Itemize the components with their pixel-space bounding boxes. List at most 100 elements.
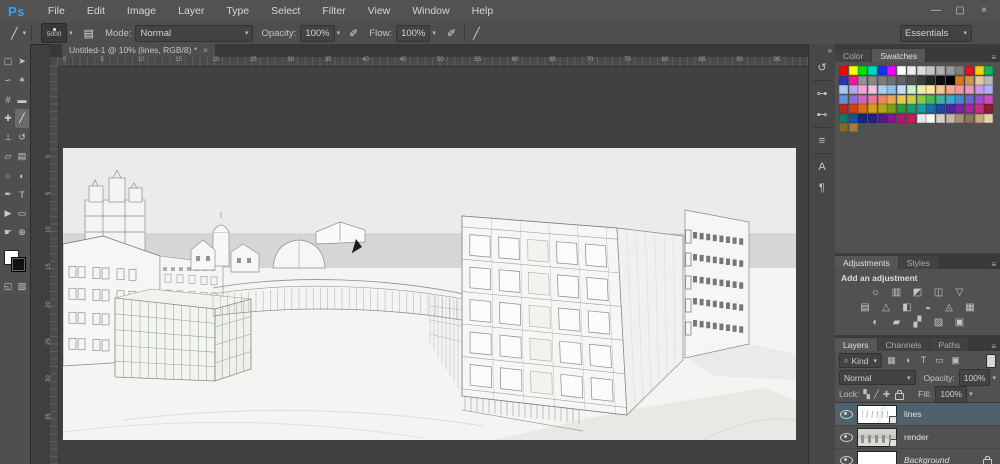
color-swatch[interactable]: [936, 95, 945, 104]
color-swatch[interactable]: [887, 85, 896, 94]
color-lookup-icon[interactable]: ▦: [963, 301, 978, 314]
color-swatch[interactable]: [868, 66, 877, 75]
eraser-tool-icon[interactable]: ▱: [1, 147, 15, 166]
color-swatch[interactable]: [868, 76, 877, 85]
color-swatch[interactable]: [897, 66, 906, 75]
move-tool-icon[interactable]: ➤: [15, 52, 29, 71]
color-swatch[interactable]: [926, 95, 935, 104]
layer-row-background[interactable]: Background: [835, 449, 1000, 464]
color-swatch[interactable]: [946, 85, 955, 94]
color-swatch[interactable]: [917, 95, 926, 104]
color-swatch[interactable]: [839, 104, 848, 113]
lasso-tool-icon[interactable]: ∽: [1, 71, 15, 90]
selective-color-icon[interactable]: ▣: [952, 316, 967, 329]
color-swatch[interactable]: [955, 95, 964, 104]
color-swatch[interactable]: [946, 66, 955, 75]
flow-arrow-icon[interactable]: ▾: [432, 29, 436, 37]
zoom-tool-icon[interactable]: ⊕: [15, 223, 29, 242]
lock-transparency-icon[interactable]: ▚: [863, 389, 870, 400]
lock-position-icon[interactable]: ✚: [883, 389, 890, 400]
color-swatch[interactable]: [849, 104, 858, 113]
tool-preset-arrow-icon[interactable]: ▾: [23, 29, 27, 37]
brush-tool-icon[interactable]: ╱: [8, 27, 21, 40]
color-swatch[interactable]: [839, 114, 848, 123]
menu-layer[interactable]: Layer: [167, 0, 215, 22]
color-swatch[interactable]: [984, 76, 993, 85]
color-swatch[interactable]: [936, 76, 945, 85]
rectangle-shape-tool-icon[interactable]: ▭: [15, 204, 29, 223]
layer-row-render[interactable]: render: [835, 426, 1000, 449]
filter-adjustment-layers-icon[interactable]: ◑: [901, 355, 914, 366]
gradient-map-icon[interactable]: ▨: [931, 316, 946, 329]
layer-blend-mode-select[interactable]: Normal ▾: [839, 370, 916, 385]
color-swatch[interactable]: [936, 114, 945, 123]
color-swatch[interactable]: [926, 76, 935, 85]
history-brush-tool-icon[interactable]: ↺: [15, 128, 29, 147]
tab-swatches[interactable]: Swatches: [872, 49, 925, 62]
panel-menu-icon[interactable]: ≡: [991, 53, 1000, 62]
blend-mode-select[interactable]: Normal ▾: [135, 25, 253, 42]
tab-layers[interactable]: Layers: [835, 338, 877, 351]
flow-input[interactable]: 100%: [396, 25, 430, 42]
document-canvas[interactable]: [63, 148, 796, 440]
color-swatch[interactable]: [849, 123, 858, 132]
color-swatch[interactable]: [917, 76, 926, 85]
color-swatch[interactable]: [907, 114, 916, 123]
lock-all-icon[interactable]: [895, 393, 904, 400]
quick-selection-tool-icon[interactable]: ✶: [15, 71, 29, 90]
filter-shape-layers-icon[interactable]: ▭: [933, 355, 946, 366]
crop-tool-icon[interactable]: #: [1, 90, 15, 109]
tab-paths[interactable]: Paths: [930, 338, 968, 351]
vibrance-icon[interactable]: ▽: [952, 286, 967, 299]
menu-file[interactable]: File: [37, 0, 76, 22]
color-swatch[interactable]: [897, 76, 906, 85]
curves-icon[interactable]: ◩: [910, 286, 925, 299]
photo-filter-icon[interactable]: ◒: [921, 301, 936, 314]
color-swatch[interactable]: [975, 95, 984, 104]
toggle-brush-panel-icon[interactable]: ▤: [81, 27, 97, 40]
dodge-tool-icon[interactable]: ◐: [15, 166, 29, 185]
tab-color[interactable]: Color: [835, 49, 871, 62]
color-swatch[interactable]: [839, 85, 848, 94]
menu-edit[interactable]: Edit: [76, 0, 116, 22]
clone-source-panel-icon[interactable]: ⊶: [811, 83, 833, 104]
restore-button[interactable]: ▢: [948, 0, 972, 22]
tab-close-icon[interactable]: ×: [203, 44, 208, 57]
type-tool-icon[interactable]: T: [15, 185, 29, 204]
blur-tool-icon[interactable]: ○: [1, 166, 15, 185]
layer-row-lines[interactable]: lines: [835, 403, 1000, 426]
color-swatch[interactable]: [936, 104, 945, 113]
color-swatch[interactable]: [907, 104, 916, 113]
eyedropper-tool-icon[interactable]: ▬: [15, 90, 29, 109]
menu-help[interactable]: Help: [461, 0, 505, 22]
color-swatch[interactable]: [965, 66, 974, 75]
notes-panel-icon[interactable]: ¶: [811, 177, 833, 198]
channel-mixer-icon[interactable]: ◬: [942, 301, 957, 314]
color-swatch[interactable]: [907, 66, 916, 75]
color-swatch[interactable]: [887, 114, 896, 123]
layer-opacity-input[interactable]: 100%: [959, 369, 991, 386]
color-swatch[interactable]: [878, 66, 887, 75]
hand-tool-icon[interactable]: ☛: [1, 223, 15, 242]
document-tab[interactable]: Untitled-1 @ 10% (lines, RGB/8) * ×: [62, 44, 215, 57]
menu-window[interactable]: Window: [401, 0, 460, 22]
minimize-button[interactable]: —: [924, 0, 948, 22]
color-swatch[interactable]: [887, 104, 896, 113]
screen-mode-icon[interactable]: ▧: [15, 278, 29, 294]
brush-tool-icon[interactable]: ╱: [15, 109, 29, 128]
close-button[interactable]: ×: [972, 0, 996, 22]
color-swatch[interactable]: [917, 104, 926, 113]
color-swatch[interactable]: [984, 85, 993, 94]
color-swatch[interactable]: [868, 95, 877, 104]
color-swatch[interactable]: [946, 76, 955, 85]
color-swatch[interactable]: [887, 76, 896, 85]
airbrush-icon[interactable]: ✐: [444, 27, 459, 40]
black-white-icon[interactable]: ◧: [900, 301, 915, 314]
color-swatch[interactable]: [926, 104, 935, 113]
color-swatch[interactable]: [917, 66, 926, 75]
threshold-icon[interactable]: ▞: [910, 316, 925, 329]
color-swatch[interactable]: [897, 104, 906, 113]
tablet-pressure-size-icon[interactable]: ╱: [470, 27, 483, 40]
color-swatch[interactable]: [955, 85, 964, 94]
color-swatch[interactable]: [907, 76, 916, 85]
